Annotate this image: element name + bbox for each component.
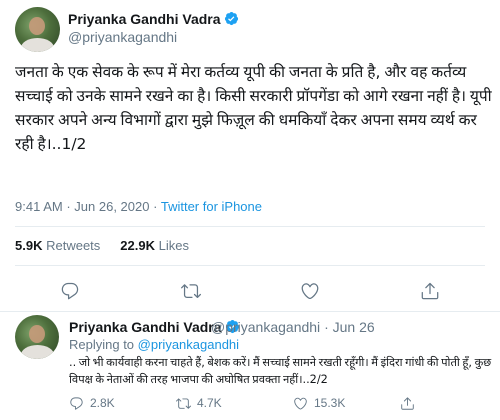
main-tweet: Priyanka Gandhi Vadra @priyankagandhi जन… (0, 0, 500, 312)
tweet-text: जनता के एक सेवक के रूप में मेरा कर्तव्य … (15, 63, 492, 153)
retweet-icon[interactable] (181, 281, 201, 301)
replying-handle-link[interactable]: @priyankagandhi (138, 337, 239, 352)
reply-author-name[interactable]: Priyanka Gandhi Vadra (69, 319, 222, 335)
likes-count: 22.9K (120, 238, 155, 253)
author-name[interactable]: Priyanka Gandhi Vadra (68, 11, 221, 27)
reply-reply-button[interactable]: 2.8K (69, 394, 115, 412)
reply-avatar[interactable] (15, 315, 59, 359)
share-icon[interactable] (420, 281, 440, 301)
retweet-icon (176, 397, 191, 409)
like-icon[interactable] (300, 281, 320, 301)
reply-retweets-count: 4.7K (197, 396, 222, 410)
reply-icon (70, 396, 83, 410)
tweet-stats: 5.9K Retweets 22.9K Likes (15, 238, 189, 253)
tweet-actions (0, 281, 500, 301)
meta-separator: · (153, 199, 158, 214)
tweet-time[interactable]: 9:41 AM (15, 199, 63, 214)
reply-replies-count: 2.8K (90, 396, 115, 410)
reply-icon[interactable] (60, 281, 80, 301)
reply-share-button[interactable] (400, 394, 421, 412)
divider (15, 265, 485, 266)
verified-badge-icon (224, 11, 238, 26)
meta-separator: · (324, 319, 329, 335)
tweet-source-link[interactable]: Twitter for iPhone (161, 199, 262, 214)
replying-to: Replying to @priyankagandhi (69, 337, 239, 352)
retweets-count: 5.9K (15, 238, 43, 253)
reply-likes-count: 15.3K (314, 396, 346, 410)
tweet-date[interactable]: Jun 26, 2020 (74, 199, 149, 214)
reply-like-button[interactable]: 15.3K (293, 394, 345, 412)
retweets-stat[interactable]: 5.9K Retweets (15, 238, 100, 253)
avatar[interactable] (15, 7, 60, 52)
like-icon (294, 397, 307, 410)
replying-label: Replying to (69, 337, 135, 352)
reply-text: .. जो भी कार्यवाही करना चाहते हैं, बेशक … (69, 356, 492, 386)
tweet-meta: 9:41 AM · Jun 26, 2020 · Twitter for iPh… (15, 199, 262, 214)
share-icon (401, 396, 414, 410)
likes-stat[interactable]: 22.9K Likes (120, 238, 189, 253)
meta-separator: · (66, 199, 71, 214)
reply-date[interactable]: Jun 26 (333, 319, 375, 335)
reply-retweet-button[interactable]: 4.7K (176, 394, 222, 412)
retweets-label: Retweets (46, 238, 101, 253)
reply-actions: 2.8K 4.7K 15.3K (0, 394, 500, 412)
reply-handle-row: @priyankagandhi · Jun 26 (211, 319, 375, 335)
likes-label: Likes (158, 238, 189, 253)
divider (15, 226, 485, 227)
author-handle[interactable]: @priyankagandhi (68, 29, 177, 45)
reply-author-handle[interactable]: @priyankagandhi (211, 319, 320, 335)
author-name-row[interactable]: Priyanka Gandhi Vadra (68, 11, 239, 27)
